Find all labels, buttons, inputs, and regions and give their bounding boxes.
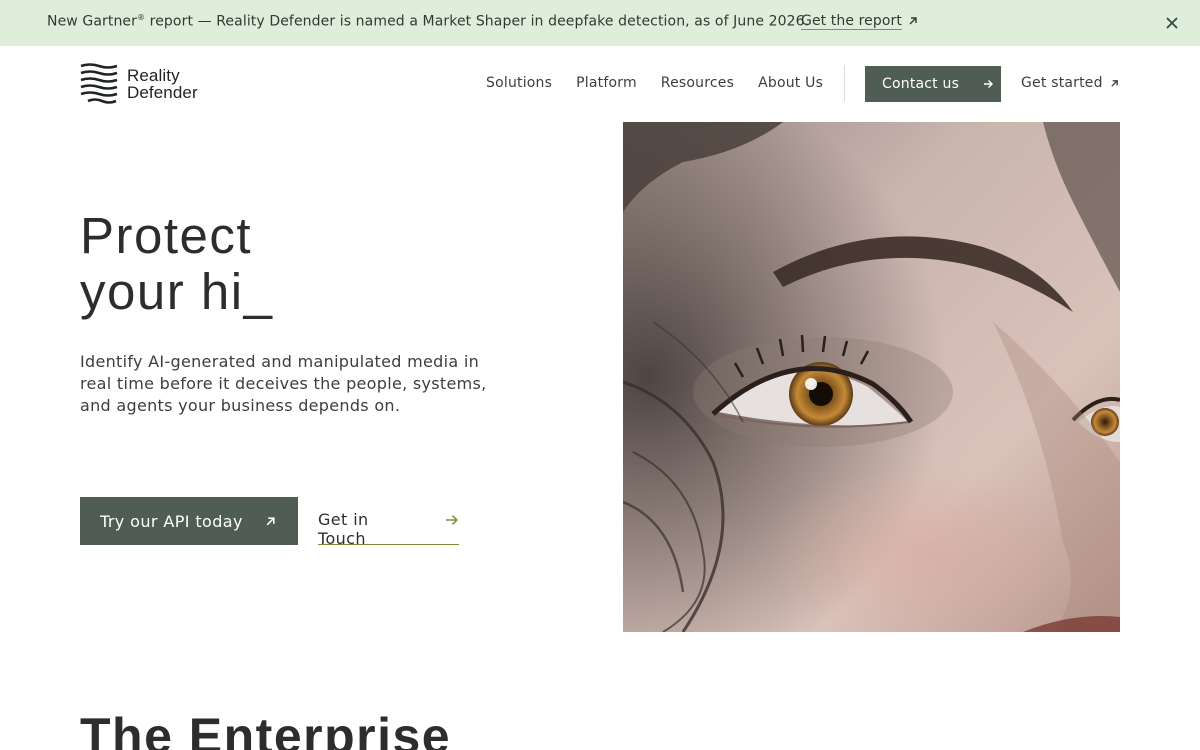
hero-subtitle: Identify AI-generated and manipulated me… bbox=[80, 352, 487, 415]
get-in-touch-label: Get in Touch bbox=[318, 510, 369, 548]
hero-title: Protect your hi_ bbox=[80, 207, 274, 320]
get-report-label: Get the report bbox=[801, 13, 902, 29]
arrow-right-icon bbox=[984, 80, 994, 88]
try-api-button[interactable]: Try our API today bbox=[80, 497, 298, 545]
contact-us-label: Contact us bbox=[882, 76, 960, 92]
get-report-link[interactable]: Get the report bbox=[801, 13, 918, 29]
brand-wordmark: Reality Defender bbox=[127, 65, 198, 102]
contact-us-button[interactable]: Contact us bbox=[865, 66, 1001, 102]
get-started-link[interactable]: Get started bbox=[1021, 75, 1119, 91]
try-api-label: Try our API today bbox=[100, 511, 243, 531]
brand-logo[interactable]: Reality Defender bbox=[80, 63, 198, 104]
close-icon[interactable] bbox=[1164, 15, 1180, 31]
get-started-label: Get started bbox=[1021, 75, 1103, 91]
arrow-up-right-icon bbox=[909, 17, 917, 25]
nav-item-resources[interactable]: Resources bbox=[661, 75, 734, 91]
nav-item-solutions[interactable]: Solutions bbox=[486, 75, 552, 91]
hero-face-photo bbox=[623, 122, 1120, 632]
face-photo-illustration bbox=[623, 122, 1120, 632]
main-nav: Solutions Platform Resources About Us bbox=[486, 75, 823, 91]
section-title: The Enterprise bbox=[80, 708, 452, 750]
arrow-up-right-icon bbox=[1111, 79, 1118, 87]
get-in-touch-link[interactable]: Get in Touch bbox=[318, 510, 459, 548]
nav-item-about-us[interactable]: About Us bbox=[758, 75, 823, 91]
reality-defender-logo-icon bbox=[80, 63, 118, 104]
arrow-up-right-icon bbox=[266, 516, 275, 525]
nav-divider bbox=[844, 65, 845, 101]
announcement-bar: New Gartner® report — Reality Defender i… bbox=[0, 0, 1200, 46]
arrow-right-icon bbox=[446, 514, 459, 526]
announcement-message: New Gartner® report — Reality Defender i… bbox=[47, 13, 810, 30]
nav-item-platform[interactable]: Platform bbox=[576, 75, 637, 91]
